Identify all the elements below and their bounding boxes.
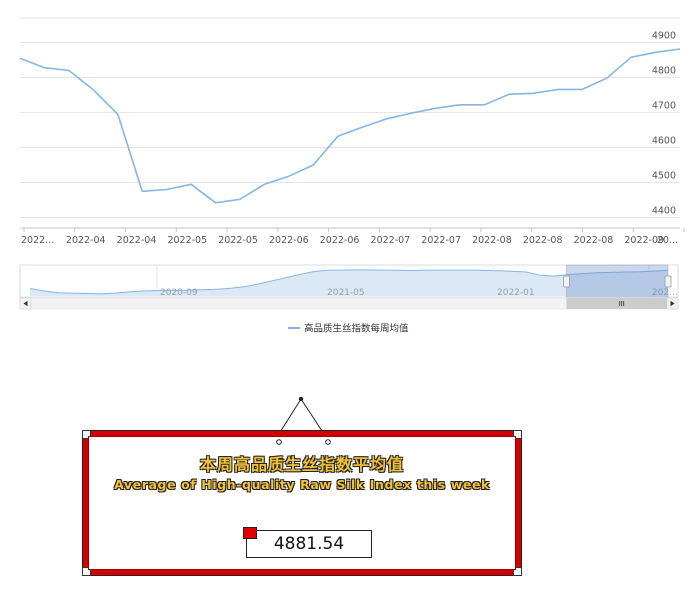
card-hook-left (276, 439, 282, 445)
pointer-top-pin (298, 396, 304, 402)
card-hook-right (325, 439, 331, 445)
value-flag-icon (243, 527, 257, 539)
weekly-average-card: 本周高品质生丝指数平均值 Average of High-quality Raw… (82, 430, 522, 576)
card-inner-panel: 本周高品质生丝指数平均值 Average of High-quality Raw… (88, 436, 516, 570)
card-title-chinese: 本周高品质生丝指数平均值 (199, 455, 404, 474)
weekly-average-value: 4881.54 (246, 530, 372, 558)
card-title-english: Average of High-quality Raw Silk Index t… (114, 477, 490, 492)
